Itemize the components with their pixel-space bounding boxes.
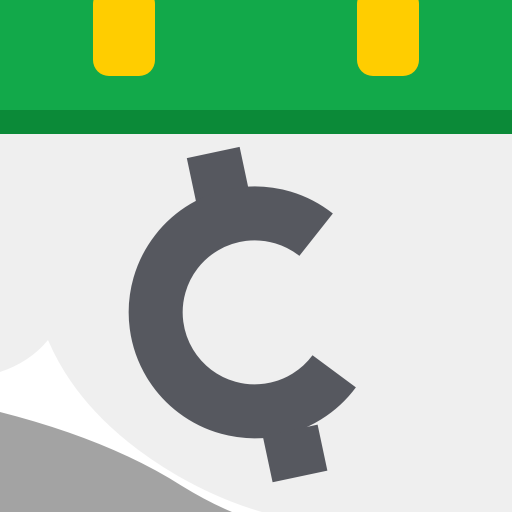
calendar-icon-graphic: [0, 0, 512, 512]
calendar-header: [0, 0, 512, 112]
binder-ring-right-icon: [357, 0, 419, 76]
app-icon[interactable]: [0, 0, 512, 512]
calendar-header-shadow: [0, 110, 512, 134]
binder-ring-left-icon: [93, 0, 155, 76]
